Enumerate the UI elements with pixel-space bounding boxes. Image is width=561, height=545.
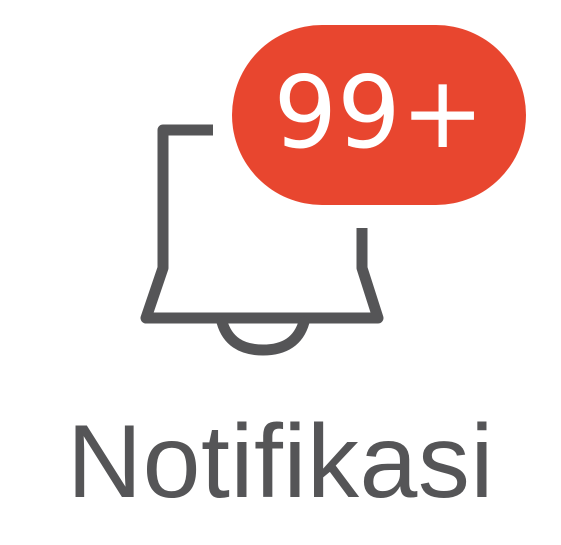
notifications-button[interactable]: 99+ Notifikasi bbox=[0, 0, 561, 545]
notification-count-badge: 99+ bbox=[232, 25, 526, 205]
badge-count: 99+ bbox=[273, 54, 485, 171]
notifications-label: Notifikasi bbox=[67, 404, 494, 520]
